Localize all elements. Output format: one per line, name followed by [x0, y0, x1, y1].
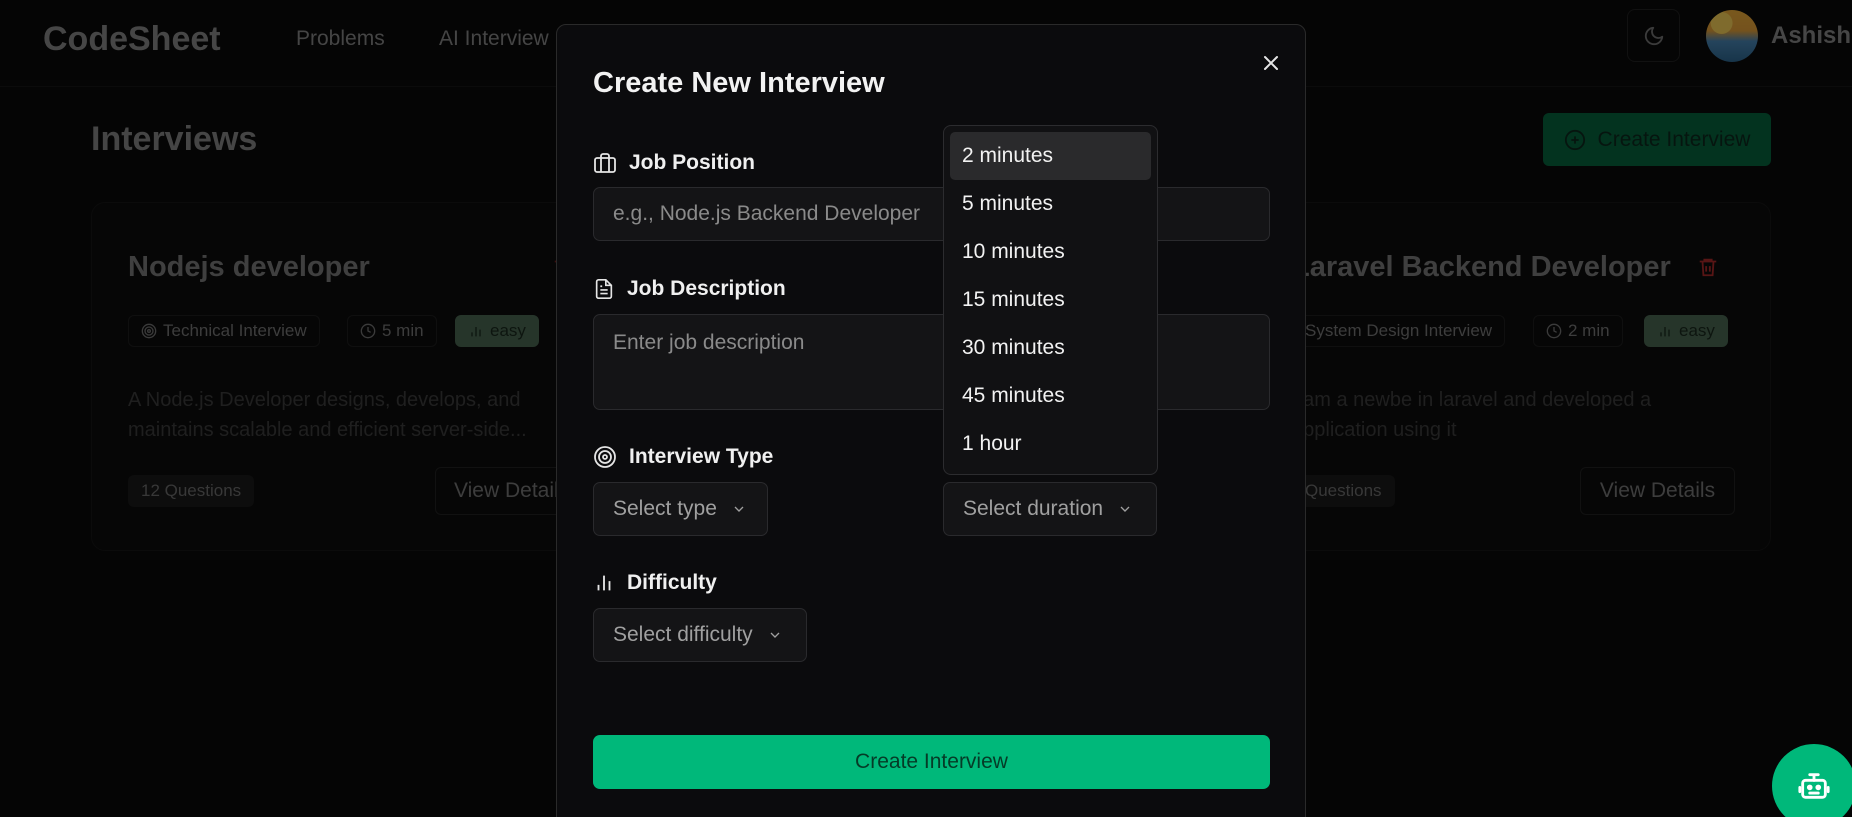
- duration-option[interactable]: 30 minutes: [950, 324, 1151, 372]
- duration-option[interactable]: 5 minutes: [950, 180, 1151, 228]
- job-position-input[interactable]: [593, 187, 1270, 241]
- job-position-label-text: Job Position: [629, 151, 755, 174]
- interview-type-label-text: Interview Type: [629, 445, 774, 468]
- submit-create-interview-button[interactable]: Create Interview: [593, 735, 1270, 789]
- duration-option[interactable]: 10 minutes: [950, 228, 1151, 276]
- interview-type-select[interactable]: Select type: [593, 482, 768, 536]
- robot-icon: [1798, 773, 1830, 799]
- chevron-down-icon: [734, 506, 744, 512]
- bar-chart-icon: [597, 575, 611, 591]
- chevron-down-icon: [770, 632, 780, 638]
- close-icon[interactable]: [1259, 51, 1283, 75]
- interview-type-label: Interview Type: [593, 445, 773, 469]
- job-position-label: Job Position: [593, 151, 755, 175]
- duration-dropdown: 2 minutes 5 minutes 10 minutes 15 minute…: [943, 125, 1158, 475]
- difficulty-label: Difficulty: [593, 571, 717, 595]
- duration-option[interactable]: 45 minutes: [950, 372, 1151, 420]
- modal-title: Create New Interview: [593, 67, 885, 99]
- target-icon: [594, 446, 616, 468]
- interview-type-select-value: Select type: [613, 497, 717, 520]
- difficulty-select-value: Select difficulty: [613, 623, 753, 646]
- duration-option[interactable]: 1 hour: [950, 420, 1151, 468]
- job-description-label: Job Description: [593, 277, 786, 301]
- chevron-down-icon: [1120, 506, 1130, 512]
- duration-select[interactable]: Select duration: [943, 482, 1157, 536]
- duration-option[interactable]: 15 minutes: [950, 276, 1151, 324]
- create-interview-modal: Create New Interview Job Position Job De…: [556, 24, 1306, 817]
- difficulty-select[interactable]: Select difficulty: [593, 608, 807, 662]
- briefcase-icon: [594, 153, 616, 173]
- job-description-label-text: Job Description: [627, 277, 786, 300]
- duration-select-value: Select duration: [963, 497, 1104, 520]
- ai-assistant-button[interactable]: [1772, 744, 1852, 817]
- document-icon: [595, 279, 613, 299]
- difficulty-label-text: Difficulty: [627, 571, 717, 594]
- job-description-textarea[interactable]: [593, 314, 1270, 410]
- duration-option[interactable]: 2 minutes: [950, 132, 1151, 180]
